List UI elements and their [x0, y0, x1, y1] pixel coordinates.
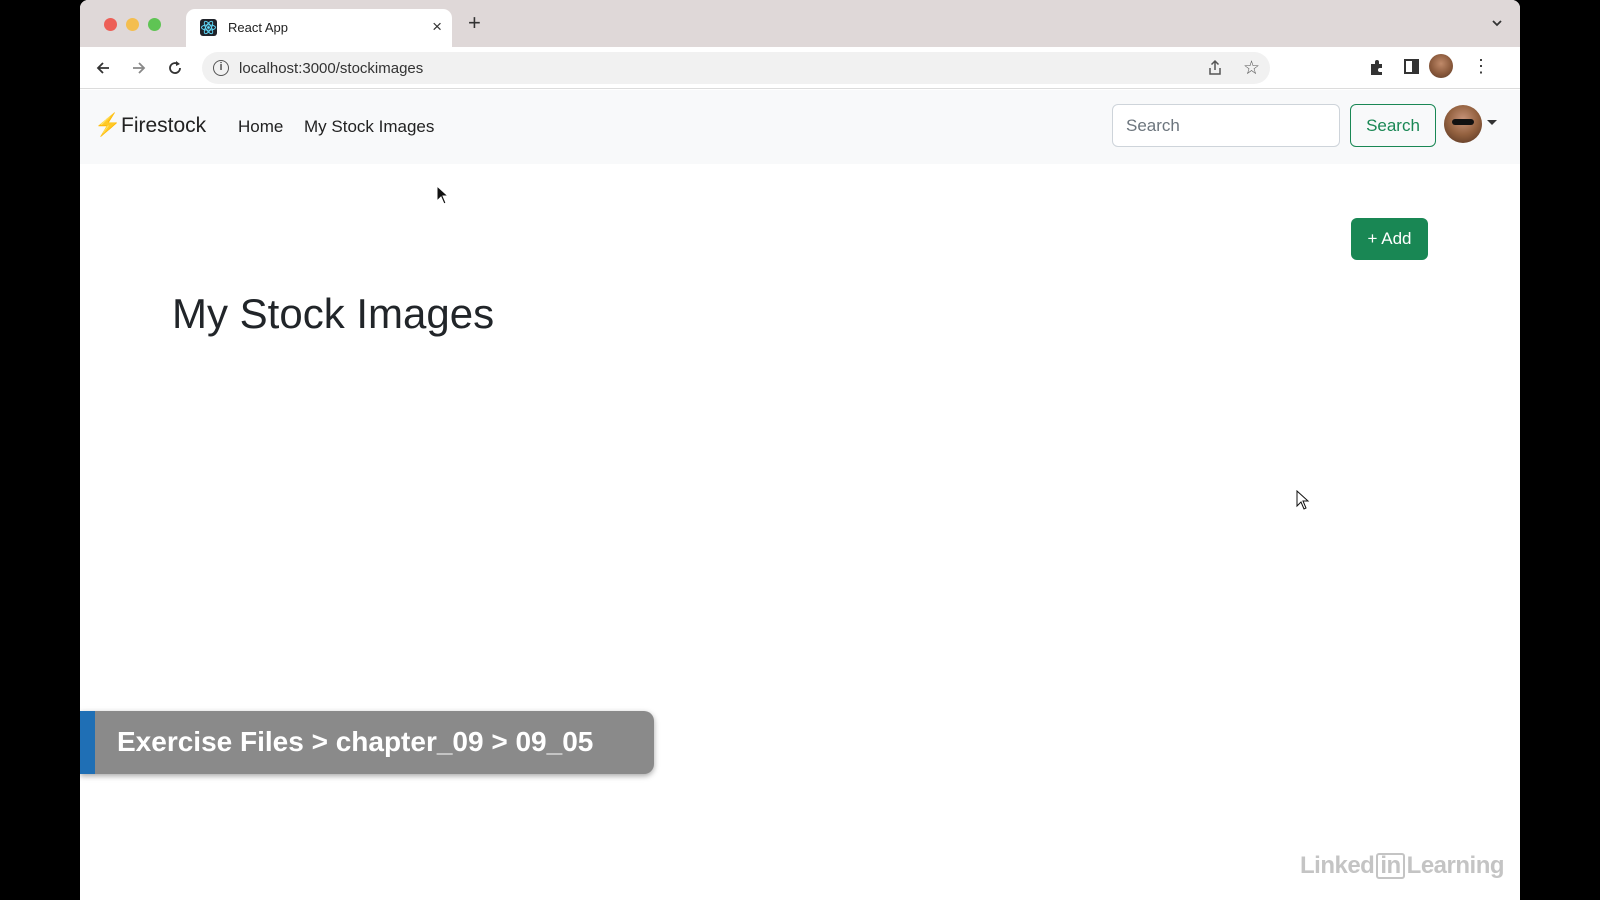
- reload-icon[interactable]: [162, 55, 188, 81]
- app-navbar: ⚡ Firestock Home My Stock Images Search: [80, 90, 1520, 164]
- browser-window: React App × + i localhost:3000/stockimag…: [80, 0, 1520, 900]
- extensions-icon[interactable]: [1367, 57, 1387, 77]
- search-button[interactable]: Search: [1350, 104, 1436, 147]
- share-icon[interactable]: [1206, 59, 1224, 77]
- new-tab-button[interactable]: +: [468, 12, 481, 34]
- close-window-button[interactable]: [104, 18, 117, 31]
- browser-profile-avatar[interactable]: [1429, 54, 1453, 78]
- nav-home-link[interactable]: Home: [238, 117, 283, 137]
- mouse-pointer-icon: [1296, 490, 1310, 510]
- lightning-icon: ⚡: [94, 112, 122, 137]
- info-icon[interactable]: i: [213, 60, 229, 76]
- tab-search-icon[interactable]: [1490, 16, 1504, 30]
- linkedin-learning-watermark: Linked in Learning: [1300, 852, 1505, 880]
- zoom-window-button[interactable]: [148, 18, 161, 31]
- minimize-window-button[interactable]: [126, 18, 139, 31]
- back-icon[interactable]: [90, 55, 116, 81]
- address-bar[interactable]: i localhost:3000/stockimages ☆: [202, 52, 1270, 84]
- banner-accent-bar: [80, 711, 95, 774]
- side-panel-icon[interactable]: [1404, 59, 1419, 74]
- exercise-path-text: Exercise Files > chapter_09 > 09_05: [117, 726, 594, 757]
- page-title: My Stock Images: [172, 290, 495, 337]
- watermark-learning-text: Learning: [1406, 852, 1505, 879]
- watermark-in-text: in: [1376, 853, 1405, 879]
- browser-toolbar: i localhost:3000/stockimages ☆: [80, 47, 1520, 89]
- brand-link[interactable]: Firestock: [121, 114, 206, 138]
- exercise-files-banner: Exercise Files > chapter_09 > 09_05: [80, 711, 654, 774]
- mouse-pointer-icon: [436, 185, 450, 205]
- search-input[interactable]: [1112, 104, 1340, 147]
- add-button[interactable]: + Add: [1351, 218, 1428, 260]
- chevron-down-icon[interactable]: [1487, 120, 1497, 125]
- url-text: localhost:3000/stockimages: [239, 60, 424, 77]
- forward-icon[interactable]: [126, 55, 152, 81]
- tab-strip: React App × +: [80, 0, 1520, 47]
- close-tab-icon[interactable]: ×: [432, 17, 442, 37]
- watermark-linked-text: Linked: [1300, 852, 1375, 879]
- bookmark-star-icon[interactable]: ☆: [1243, 57, 1260, 80]
- react-icon: [200, 19, 217, 36]
- browser-tab[interactable]: React App ×: [186, 9, 452, 47]
- nav-my-stock-images-link[interactable]: My Stock Images: [304, 117, 434, 137]
- tab-title: React App: [228, 20, 288, 35]
- user-avatar[interactable]: [1444, 105, 1482, 143]
- browser-menu-icon[interactable]: ⋮: [1472, 56, 1490, 76]
